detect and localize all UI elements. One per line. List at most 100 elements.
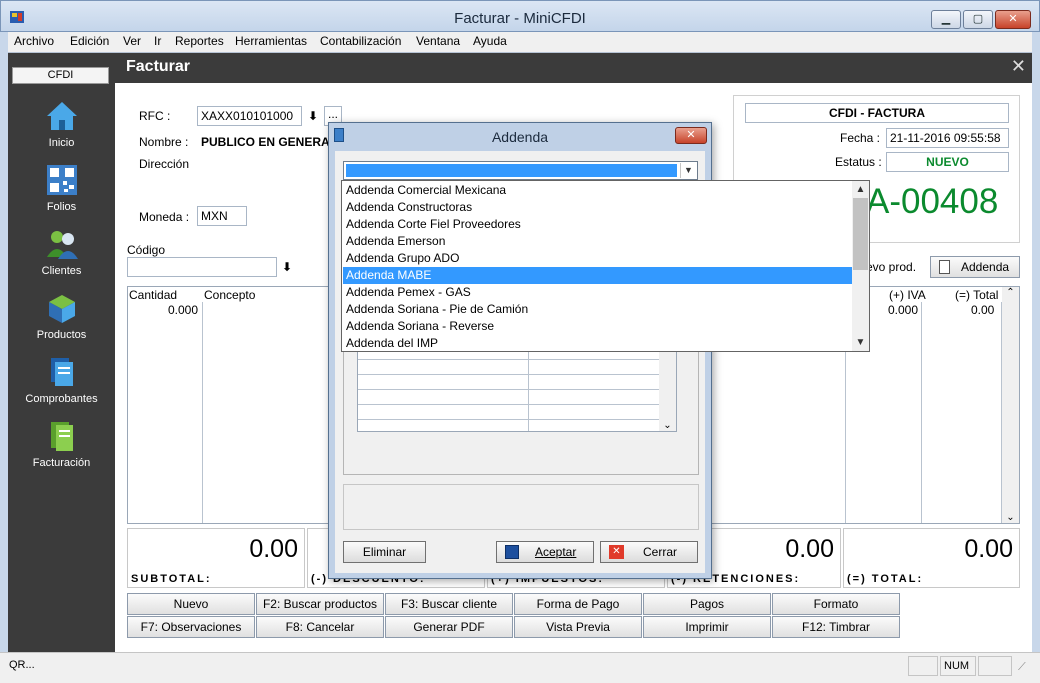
addenda-button-label: Addenda (961, 260, 1010, 274)
menu-reportes[interactable]: Reportes (175, 34, 224, 48)
generar-pdf-button[interactable]: Generar PDF (385, 616, 513, 638)
sidebar-tab-cfdi[interactable]: CFDI (12, 67, 109, 84)
addenda-dropdown-list[interactable]: Addenda Comercial Mexicana Addenda Const… (341, 180, 870, 352)
menu-ayuda[interactable]: Ayuda (473, 34, 507, 48)
fecha-label: Fecha : (840, 131, 881, 145)
imprimir-button[interactable]: Imprimir (643, 616, 771, 638)
chevron-down-icon[interactable]: ▼ (852, 334, 869, 351)
nuevo-button[interactable]: Nuevo (127, 593, 255, 615)
maximize-button[interactable]: ▢ (963, 10, 993, 29)
dropdown-scrollbar[interactable]: ▲ ▼ (852, 181, 869, 351)
menu-ver[interactable]: Ver (123, 34, 141, 48)
sidebar-item-comprobantes[interactable]: Comprobantes (8, 355, 115, 405)
total-value: 0.00 (964, 535, 1013, 563)
total-label: (=) TOTAL: (847, 573, 924, 585)
subtotal-label: SUBTOTAL: (131, 573, 212, 585)
sidebar-item-folios[interactable]: Folios (8, 163, 115, 213)
menu-contabilizacion[interactable]: Contabilización (320, 34, 401, 48)
grid-scrollbar[interactable]: ⌃ ⌄ (1002, 287, 1019, 523)
list-item[interactable]: Addenda Corte Fiel Proveedores (343, 216, 853, 233)
observaciones-button[interactable]: F7: Observaciones (127, 616, 255, 638)
moneda-label: Moneda : (139, 210, 190, 224)
import-arrow-icon[interactable]: ⬇ (282, 260, 292, 274)
page-header: Facturar ✕ (115, 53, 1032, 83)
sidebar-item-label: Facturación (32, 457, 91, 469)
rfc-label: RFC : (139, 109, 171, 123)
list-item[interactable]: Addenda Soriana - Reverse (343, 318, 853, 335)
chevron-up-icon[interactable]: ▲ (852, 181, 869, 198)
sidebar-item-facturacion[interactable]: Facturación (8, 419, 115, 469)
list-item[interactable]: Addenda Constructoras (343, 199, 853, 216)
vista-previa-button[interactable]: Vista Previa (514, 616, 642, 638)
close-icon[interactable]: ✕ (1011, 56, 1026, 77)
minimize-button[interactable]: ▁ (931, 10, 961, 29)
close-window-button[interactable]: ✕ (995, 10, 1031, 29)
chevron-down-icon[interactable]: ⌄ (1002, 512, 1019, 523)
forma-de-pago-button[interactable]: Forma de Pago (514, 593, 642, 615)
sidebar-item-label: Productos (36, 329, 87, 341)
sidebar-item-label: Clientes (41, 265, 82, 277)
aceptar-button[interactable]: Aceptar (496, 541, 594, 563)
scrollbar-thumb[interactable] (853, 198, 868, 270)
nuevo-producto-label[interactable]: evo prod. (866, 260, 916, 274)
chevron-down-icon[interactable]: ⌄ (659, 420, 676, 431)
folio-number: A-00408 (866, 182, 999, 221)
cancelar-button[interactable]: F8: Cancelar (256, 616, 384, 638)
estatus-label: Estatus : (835, 155, 882, 169)
moneda-input[interactable]: MXN (197, 206, 247, 226)
retenciones-value: 0.00 (785, 535, 834, 563)
nombre-label: Nombre : (139, 135, 189, 149)
sidebar-item-clientes[interactable]: Clientes (8, 227, 115, 277)
list-item[interactable]: Addenda Pemex - GAS (343, 284, 853, 301)
direccion-label: Dirección (139, 157, 190, 171)
status-cell (908, 656, 938, 676)
sidebar-item-label: Comprobantes (25, 393, 98, 405)
formato-button[interactable]: Formato (772, 593, 900, 615)
box-icon (45, 291, 79, 325)
chevron-down-icon[interactable]: ▼ (680, 163, 696, 178)
sidebar-item-label: Folios (46, 201, 77, 213)
menu-edicion[interactable]: Edición (70, 34, 109, 48)
resize-grip-icon[interactable]: ⟋ (1018, 661, 1026, 674)
list-item-selected[interactable]: Addenda MABE (343, 267, 853, 284)
pagos-button[interactable]: Pagos (643, 593, 771, 615)
list-item[interactable]: Addenda del IMP (343, 335, 853, 352)
buscar-productos-button[interactable]: F2: Buscar productos (256, 593, 384, 615)
sidebar-item-inicio[interactable]: Inicio (8, 99, 115, 149)
window-title: Facturar - MiniCFDI (454, 10, 586, 27)
list-item[interactable]: Addenda Comercial Mexicana (343, 182, 853, 199)
addenda-button[interactable]: Addenda (930, 256, 1020, 278)
sidebar-item-productos[interactable]: Productos (8, 291, 115, 341)
col-cantidad: Cantidad (129, 288, 178, 302)
list-item[interactable]: Addenda Emerson (343, 233, 853, 250)
status-text: QR... (9, 659, 35, 671)
addenda-select[interactable]: ▼ (343, 161, 698, 180)
list-item[interactable]: Addenda Grupo ADO (343, 250, 853, 267)
status-bar: QR... NUM ⟋ (0, 652, 1040, 683)
menu-ventana[interactable]: Ventana (416, 34, 460, 48)
aceptar-label: Aceptar (535, 545, 577, 559)
timbrar-button[interactable]: F12: Timbrar (772, 616, 900, 638)
save-icon (505, 545, 519, 559)
documents-icon (45, 355, 79, 389)
menu-archivo[interactable]: Archivo (14, 34, 54, 48)
menu-ir[interactable]: Ir (154, 34, 161, 48)
addenda-notes[interactable] (343, 484, 699, 530)
buscar-cliente-button[interactable]: F3: Buscar cliente (385, 593, 513, 615)
subtotal-box: 0.00 SUBTOTAL: (127, 528, 305, 588)
import-arrow-icon[interactable]: ⬇ (308, 109, 318, 123)
list-item[interactable]: Addenda Soriana - Pie de Camión (343, 301, 853, 318)
nombre-value: PUBLICO EN GENERAL (201, 135, 338, 149)
house-icon (45, 99, 79, 133)
rfc-input[interactable]: XAXX010101000 (197, 106, 302, 126)
chevron-up-icon[interactable]: ⌃ (1002, 287, 1019, 298)
cerrar-button[interactable]: ✕ Cerrar (600, 541, 698, 563)
col-iva: (+) IVA (889, 288, 926, 302)
addenda-select-value (346, 164, 677, 177)
document-icon (939, 260, 950, 274)
menu-herramientas[interactable]: Herramientas (235, 34, 307, 48)
cfdi-header: CFDI - FACTURA (745, 103, 1009, 123)
dialog-close-button[interactable]: ✕ (675, 127, 707, 144)
eliminar-button[interactable]: Eliminar (343, 541, 426, 563)
codigo-input[interactable] (127, 257, 277, 277)
